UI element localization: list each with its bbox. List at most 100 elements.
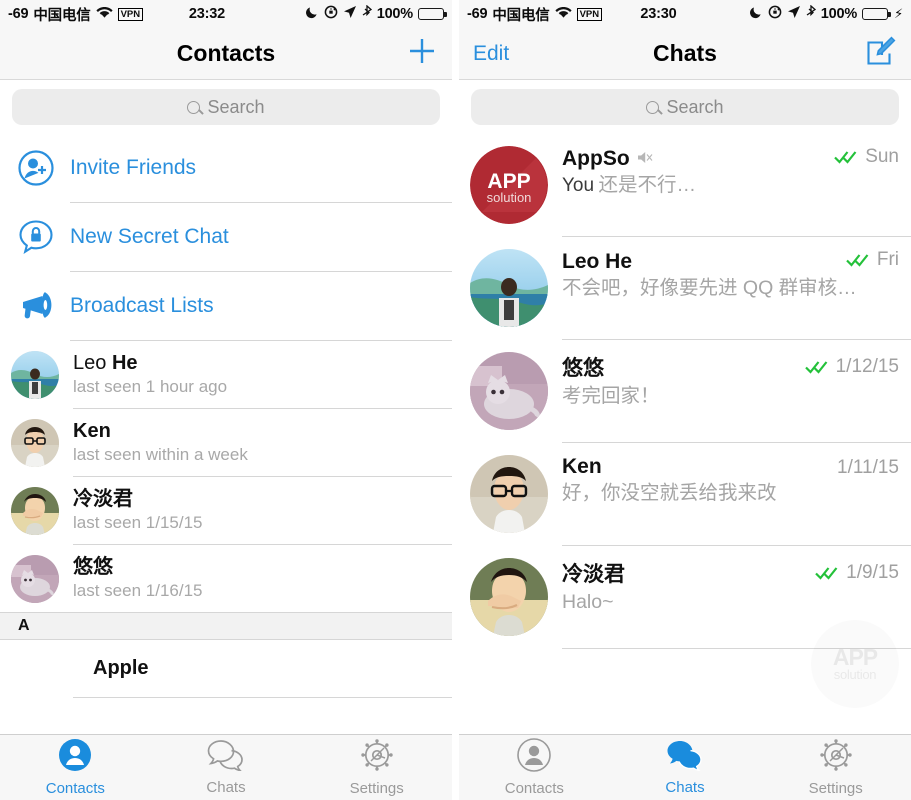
avatar (470, 249, 548, 327)
battery-percent: 100% (377, 6, 413, 22)
list-item[interactable]: Leo He Fri 不会吧，好像要先进 QQ 群审核… (459, 237, 911, 339)
search-input[interactable]: Search (471, 89, 899, 125)
person-add-icon (14, 149, 58, 187)
contacts-list: Invite Friends New Secret Chat Broadcast… (0, 134, 452, 734)
edit-button[interactable]: Edit (473, 42, 509, 66)
battery-icon (862, 8, 888, 20)
chat-date: Sun (865, 146, 899, 168)
sidebar-item-new-secret-chat[interactable]: New Secret Chat (0, 203, 452, 271)
contact-status: last seen 1/16/15 (73, 580, 202, 602)
search-input[interactable]: Search (12, 89, 440, 125)
contact-status: last seen 1 hour ago (73, 376, 227, 398)
divider (562, 648, 911, 649)
signal-strength: -69 (8, 6, 28, 22)
read-receipt-icon (815, 565, 841, 581)
vpn-badge: VPN (577, 8, 603, 21)
divider (73, 697, 452, 698)
tab-label: Settings (809, 780, 863, 797)
navigation-bar: Edit Chats (459, 28, 911, 80)
list-item[interactable]: Apple (0, 640, 452, 697)
contact-name: 冷淡君 (73, 487, 202, 512)
tab-settings[interactable]: Settings (301, 738, 452, 797)
contact-name: Apple (93, 656, 149, 681)
clock: 23:30 (640, 6, 676, 22)
panel-divider (452, 0, 459, 800)
megaphone-icon (14, 289, 58, 323)
list-item[interactable]: Ken 1/11/15 好，你没空就丢给我来改 (459, 443, 911, 545)
chat-preview: 不会吧，好像要先进 QQ 群审核… (562, 277, 857, 299)
tab-chats[interactable]: Chats (610, 739, 761, 796)
contact-name: Ken (73, 419, 248, 444)
chat-date: 1/12/15 (836, 356, 899, 378)
sidebar-item-label: New Secret Chat (70, 225, 229, 249)
svg-text:solution: solution (487, 190, 532, 205)
carrier-name: 中国电信 (492, 4, 549, 25)
read-receipt-icon (805, 359, 831, 375)
tab-contacts[interactable]: Contacts (0, 738, 151, 797)
battery-icon (418, 8, 444, 20)
tab-label: Chats (665, 779, 704, 796)
chat-date: 1/9/15 (846, 562, 899, 584)
search-placeholder: Search (207, 97, 264, 118)
read-receipt-icon (834, 149, 860, 165)
vpn-badge: VPN (118, 8, 144, 21)
chat-name: 冷淡君 (562, 558, 625, 588)
tab-bar: Contacts Chats Settings (459, 734, 911, 800)
avatar (11, 487, 59, 535)
list-item[interactable]: APPsolution AppSo Sun (459, 134, 911, 236)
list-item[interactable]: 冷淡君 last seen 1/15/15 (0, 477, 452, 544)
moon-icon (305, 5, 319, 23)
chat-preview: 还是不行… (599, 174, 697, 196)
rotation-lock-icon (324, 5, 338, 23)
dual-screenshot: -69 中国电信 VPN 23:32 (0, 0, 911, 800)
avatar (470, 558, 548, 636)
list-item[interactable]: 悠悠 1/12/15 考完回家！ (459, 340, 911, 442)
avatar (470, 455, 548, 533)
wifi-icon (555, 6, 572, 23)
person-icon (58, 738, 92, 777)
avatar: APPsolution (470, 146, 548, 224)
wifi-icon (96, 6, 113, 23)
clock: 23:32 (189, 6, 225, 22)
search-container: Search (459, 80, 911, 134)
compose-button[interactable] (865, 35, 897, 72)
chat-preview: 好，你没空就丢给我来改 (562, 482, 777, 504)
avatar (11, 555, 59, 603)
sidebar-item-broadcast-lists[interactable]: Broadcast Lists (0, 272, 452, 340)
contacts-screen: -69 中国电信 VPN 23:32 (0, 0, 452, 800)
read-receipt-icon (846, 252, 872, 268)
contact-name: 悠悠 (73, 555, 202, 580)
chat-sender: You (562, 175, 594, 196)
chat-name: Ken (562, 455, 602, 479)
list-item[interactable]: 冷淡君 1/9/15 Halo~ (459, 546, 911, 648)
mute-icon (637, 150, 654, 165)
tab-label: Settings (350, 780, 404, 797)
sidebar-item-invite-friends[interactable]: Invite Friends (0, 134, 452, 202)
battery-percent: 100% (821, 6, 857, 22)
moon-icon (749, 5, 763, 23)
edit-label: Edit (473, 42, 509, 66)
tab-contacts[interactable]: Contacts (459, 738, 610, 797)
chat-bubbles-icon (666, 739, 704, 776)
list-item[interactable]: Ken last seen within a week (0, 409, 452, 476)
list-item[interactable]: Leo He last seen 1 hour ago (0, 341, 452, 408)
avatar (470, 352, 548, 430)
tab-settings[interactable]: Settings (760, 738, 911, 797)
add-contact-button[interactable] (406, 35, 438, 72)
tab-label: Contacts (46, 780, 105, 797)
list-item[interactable]: 悠悠 last seen 1/16/15 (0, 545, 452, 612)
page-title: Contacts (0, 40, 452, 67)
sidebar-item-label: Invite Friends (70, 156, 196, 180)
status-bar: -69 中国电信 VPN 23:32 (0, 0, 452, 28)
page-title: Chats (459, 40, 911, 67)
chats-screen: -69 中国电信 VPN 23:30 (459, 0, 911, 800)
rotation-lock-icon (768, 5, 782, 23)
lock-bubble-icon (14, 218, 58, 256)
chat-preview: 考完回家！ (562, 385, 660, 407)
contact-status: last seen 1/15/15 (73, 512, 202, 534)
chat-preview: Halo~ (562, 591, 614, 613)
section-header: A (0, 612, 452, 640)
tab-label: Contacts (505, 780, 564, 797)
tab-chats[interactable]: Chats (151, 739, 302, 796)
person-icon (517, 738, 551, 777)
